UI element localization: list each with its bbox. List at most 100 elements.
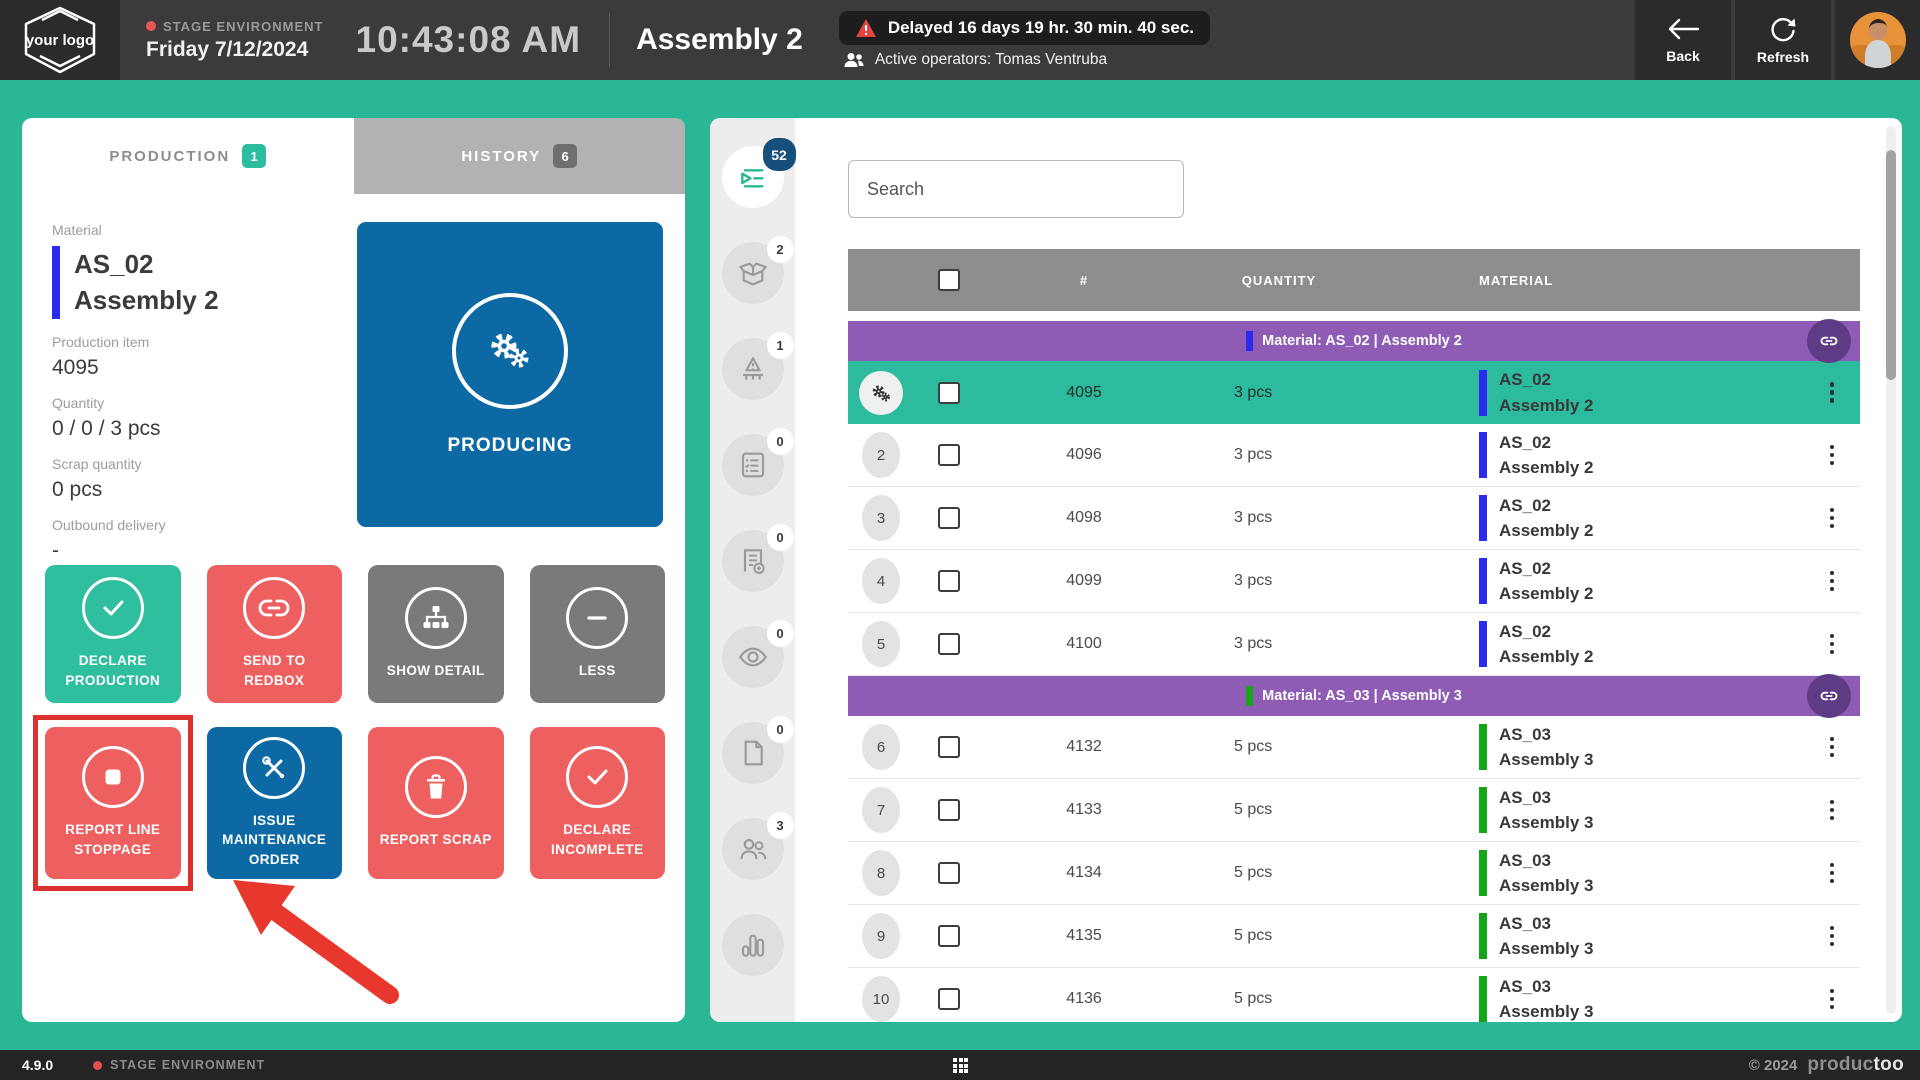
- declare-incomplete-button[interactable]: DECLARE INCOMPLETE: [530, 727, 666, 879]
- row-checkbox[interactable]: [938, 382, 960, 404]
- row-material: AS_02Assembly 2: [1479, 556, 1594, 607]
- search-input[interactable]: [848, 160, 1184, 218]
- material-color-bar: [1479, 621, 1487, 667]
- row-menu-button[interactable]: [1824, 920, 1841, 953]
- table-row[interactable]: 6 4132 5 pcs AS_03Assembly 3: [848, 716, 1860, 779]
- less-button[interactable]: LESS: [530, 565, 666, 703]
- list-scrollbar-thumb[interactable]: [1886, 150, 1896, 380]
- material-color-bar: [1479, 495, 1487, 541]
- footer-environment-dot: [93, 1061, 102, 1070]
- material-label: Material: [52, 222, 352, 238]
- row-menu-button[interactable]: [1824, 628, 1841, 661]
- table-row[interactable]: 4095 3 pcs AS_02Assembly 2: [848, 361, 1860, 424]
- link-circle-icon: [243, 577, 305, 639]
- row-checkbox[interactable]: [938, 507, 960, 529]
- sidebar-item-documents[interactable]: 0: [722, 722, 784, 784]
- gears-icon: [452, 293, 568, 409]
- send-to-redbox-button[interactable]: SEND TO REDBOX: [207, 565, 343, 703]
- select-all-checkbox[interactable]: [938, 269, 960, 291]
- badge-document-approval: 0: [767, 524, 794, 551]
- material-color-bar: [1479, 370, 1487, 416]
- sidebar-item-packaging-box[interactable]: 2: [722, 242, 784, 304]
- environment-block: STAGE ENVIRONMENT Friday 7/12/2024: [146, 19, 324, 62]
- row-menu-button[interactable]: [1824, 794, 1841, 827]
- tab-production[interactable]: PRODUCTION 1: [22, 118, 354, 194]
- show-detail-label: SHOW DETAIL: [387, 661, 485, 681]
- group-link-button[interactable]: [1807, 674, 1851, 718]
- row-number: 5: [862, 621, 900, 667]
- table-row[interactable]: 10 4136 5 pcs AS_03Assembly 3: [848, 968, 1860, 1022]
- sidebar-item-line-stoppage[interactable]: 1: [722, 338, 784, 400]
- table-header: # QUANTITY MATERIAL: [848, 249, 1860, 311]
- row-menu-button[interactable]: [1824, 857, 1841, 890]
- row-quantity: 5 pcs: [1184, 801, 1374, 819]
- row-id: 4096: [984, 446, 1184, 464]
- report-line-stoppage-button[interactable]: REPORT LINE STOPPAGE: [45, 727, 181, 879]
- sidebar-item-production-queue[interactable]: 52: [722, 146, 784, 208]
- active-operators-text: Active operators: Tomas Ventruba: [875, 51, 1107, 69]
- row-menu-button[interactable]: [1824, 376, 1841, 409]
- table-row[interactable]: 8 4134 5 pcs AS_03Assembly 3: [848, 842, 1860, 905]
- row-number: 2: [862, 432, 900, 478]
- table-row[interactable]: 3 4098 3 pcs AS_02Assembly 2: [848, 487, 1860, 550]
- row-checkbox[interactable]: [938, 736, 960, 758]
- sidebar-item-statistics[interactable]: [722, 914, 784, 976]
- production-item-value: 4095: [52, 356, 352, 380]
- sidebar-item-checklist[interactable]: 0: [722, 434, 784, 496]
- sidebar-item-document-approval[interactable]: 0: [722, 530, 784, 592]
- document-sign-icon: [737, 545, 769, 577]
- row-checkbox[interactable]: [938, 570, 960, 592]
- apps-grid-icon[interactable]: [953, 1058, 968, 1073]
- logo-badge-icon: your logo: [14, 4, 106, 76]
- material-group-header: Material: AS_02 | Assembly 2: [848, 321, 1860, 361]
- sidebar-item-operators[interactable]: 3: [722, 818, 784, 880]
- badge-production-queue: 52: [763, 138, 796, 171]
- table-row[interactable]: 4 4099 3 pcs AS_02Assembly 2: [848, 550, 1860, 613]
- row-checkbox[interactable]: [938, 988, 960, 1010]
- row-menu-button[interactable]: [1824, 731, 1841, 764]
- column-header-quantity: QUANTITY: [1184, 273, 1374, 288]
- table-row[interactable]: 5 4100 3 pcs AS_02Assembly 2: [848, 613, 1860, 676]
- back-button[interactable]: Back: [1635, 0, 1731, 80]
- table-row[interactable]: 2 4096 3 pcs AS_02Assembly 2: [848, 424, 1860, 487]
- row-checkbox[interactable]: [938, 444, 960, 466]
- user-avatar-block[interactable]: [1835, 0, 1920, 80]
- sidebar-icon-rail: 52 2 1: [710, 118, 795, 1022]
- refresh-button[interactable]: Refresh: [1735, 0, 1831, 80]
- row-menu-button[interactable]: [1824, 439, 1841, 472]
- declare-production-button[interactable]: DECLARE PRODUCTION: [45, 565, 181, 703]
- row-menu-button[interactable]: [1824, 565, 1841, 598]
- report-scrap-button[interactable]: REPORT SCRAP: [368, 727, 504, 879]
- material-group-header: Material: AS_03 | Assembly 3: [848, 676, 1860, 716]
- svg-text:your logo: your logo: [26, 32, 94, 49]
- table-row[interactable]: 9 4135 5 pcs AS_03Assembly 3: [848, 905, 1860, 968]
- tab-history[interactable]: HISTORY 6: [354, 118, 686, 194]
- link-icon: [1819, 331, 1839, 351]
- row-menu-button[interactable]: [1824, 983, 1841, 1016]
- user-avatar: [1849, 11, 1907, 69]
- issue-maintenance-order-button[interactable]: ISSUE MAINTENANCE ORDER: [207, 727, 343, 879]
- row-checkbox[interactable]: [938, 862, 960, 884]
- badge-packaging-box: 2: [767, 236, 794, 263]
- scrap-quantity-label: Scrap quantity: [52, 456, 352, 472]
- delay-alert-badge: Delayed 16 days 19 hr. 30 min. 40 sec.: [839, 11, 1210, 45]
- org-chart-circle-icon: [405, 587, 467, 649]
- header-divider: [609, 13, 610, 67]
- minus-circle-icon: [566, 587, 628, 649]
- row-checkbox[interactable]: [938, 799, 960, 821]
- detail-tabs: PRODUCTION 1 HISTORY 6: [22, 118, 685, 194]
- operators-icon: [843, 52, 865, 68]
- row-menu-button[interactable]: [1824, 502, 1841, 535]
- row-quantity: 3 pcs: [1184, 635, 1374, 653]
- refresh-button-label: Refresh: [1757, 49, 1809, 65]
- sidebar-item-watch[interactable]: 0: [722, 626, 784, 688]
- group-link-button[interactable]: [1807, 319, 1851, 363]
- show-detail-button[interactable]: SHOW DETAIL: [368, 565, 504, 703]
- row-checkbox[interactable]: [938, 633, 960, 655]
- table-row[interactable]: 7 4133 5 pcs AS_03Assembly 3: [848, 779, 1860, 842]
- row-checkbox[interactable]: [938, 925, 960, 947]
- tab-production-label: PRODUCTION: [109, 148, 230, 165]
- row-id: 4134: [984, 864, 1184, 882]
- producing-status-tile[interactable]: PRODUCING: [357, 222, 663, 527]
- row-quantity: 5 pcs: [1184, 927, 1374, 945]
